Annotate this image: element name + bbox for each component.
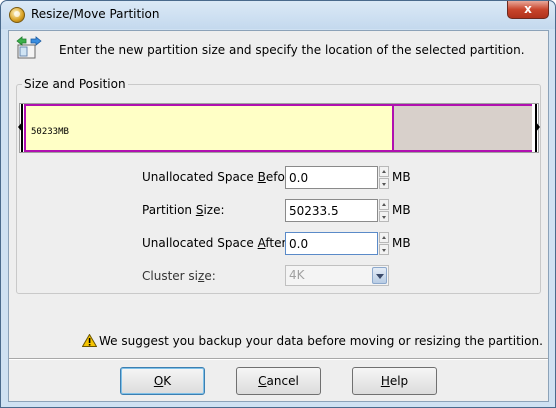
close-button[interactable]: x bbox=[507, 1, 549, 19]
label-text: e: bbox=[204, 269, 216, 283]
cluster-size-value: 4K bbox=[289, 268, 305, 282]
button-label: K bbox=[163, 374, 172, 388]
label-text: Unallocated Space bbox=[142, 170, 258, 184]
spin-up-button[interactable] bbox=[379, 166, 389, 177]
unallocated-area bbox=[394, 104, 532, 152]
partition-size-spinner[interactable] bbox=[379, 199, 389, 222]
warning-icon bbox=[82, 334, 97, 347]
label-text: Cluster si bbox=[142, 269, 198, 283]
spin-down-button[interactable] bbox=[379, 178, 389, 189]
window-title: Resize/Move Partition bbox=[31, 7, 160, 21]
resize-move-dialog: Resize/Move Partition x Enter the new pa… bbox=[0, 0, 556, 408]
ok-button[interactable]: OK bbox=[120, 367, 205, 395]
label-accel: B bbox=[257, 170, 266, 184]
label-text: Unallocated Space bbox=[142, 236, 258, 250]
unallocated-before-input[interactable] bbox=[285, 166, 378, 189]
help-button[interactable]: Help bbox=[352, 367, 437, 395]
label-cluster-size: Cluster size: bbox=[142, 269, 216, 283]
unallocated-before-spinner[interactable] bbox=[379, 166, 389, 189]
dialog-body: Enter the new partition size and specify… bbox=[8, 30, 549, 402]
instruction-text: Enter the new partition size and specify… bbox=[59, 43, 525, 57]
cluster-size-select[interactable]: 4K bbox=[285, 265, 389, 286]
warning-text: We suggest you backup your data before m… bbox=[99, 334, 543, 348]
partition-size-label: 50233MB bbox=[31, 127, 69, 137]
unit-label: MB bbox=[392, 203, 411, 217]
button-label: elp bbox=[389, 374, 409, 388]
left-resize-handle[interactable] bbox=[18, 121, 23, 133]
app-icon bbox=[9, 7, 25, 23]
spin-down-button[interactable] bbox=[379, 211, 389, 222]
cancel-button[interactable]: Cancel bbox=[236, 367, 321, 395]
button-label: ancel bbox=[266, 374, 299, 388]
unit-label: MB bbox=[392, 236, 411, 250]
label-text: Partition bbox=[142, 203, 196, 217]
spin-up-button[interactable] bbox=[379, 199, 389, 210]
unallocated-after-input[interactable] bbox=[285, 232, 378, 255]
title-bar[interactable]: Resize/Move Partition x bbox=[1, 1, 555, 29]
label-text: ize: bbox=[203, 203, 225, 217]
partition-block[interactable]: 50233MB bbox=[24, 104, 394, 152]
divider bbox=[9, 358, 548, 360]
spin-down-button[interactable] bbox=[379, 244, 389, 255]
partition-map[interactable]: 50233MB bbox=[18, 103, 540, 153]
label-unallocated-after: Unallocated Space After: bbox=[142, 236, 290, 250]
button-accel: C bbox=[258, 374, 267, 388]
unit-label: MB bbox=[392, 170, 411, 184]
right-resize-handle[interactable] bbox=[535, 121, 540, 133]
backup-warning: We suggest you backup your data before m… bbox=[82, 334, 543, 348]
label-unallocated-before: Unallocated Space Before: bbox=[142, 170, 301, 184]
group-label: Size and Position bbox=[22, 77, 128, 91]
label-partition-size: Partition Size: bbox=[142, 203, 225, 217]
partition-size-input[interactable] bbox=[285, 199, 378, 222]
button-accel: H bbox=[380, 374, 390, 388]
button-accel: O bbox=[153, 374, 164, 388]
spin-up-button[interactable] bbox=[379, 232, 389, 243]
unallocated-after-spinner[interactable] bbox=[379, 232, 389, 255]
resize-arrows-icon bbox=[13, 36, 45, 62]
chevron-down-icon[interactable] bbox=[372, 267, 387, 284]
size-position-group: Size and Position 50233MB bbox=[16, 77, 541, 294]
